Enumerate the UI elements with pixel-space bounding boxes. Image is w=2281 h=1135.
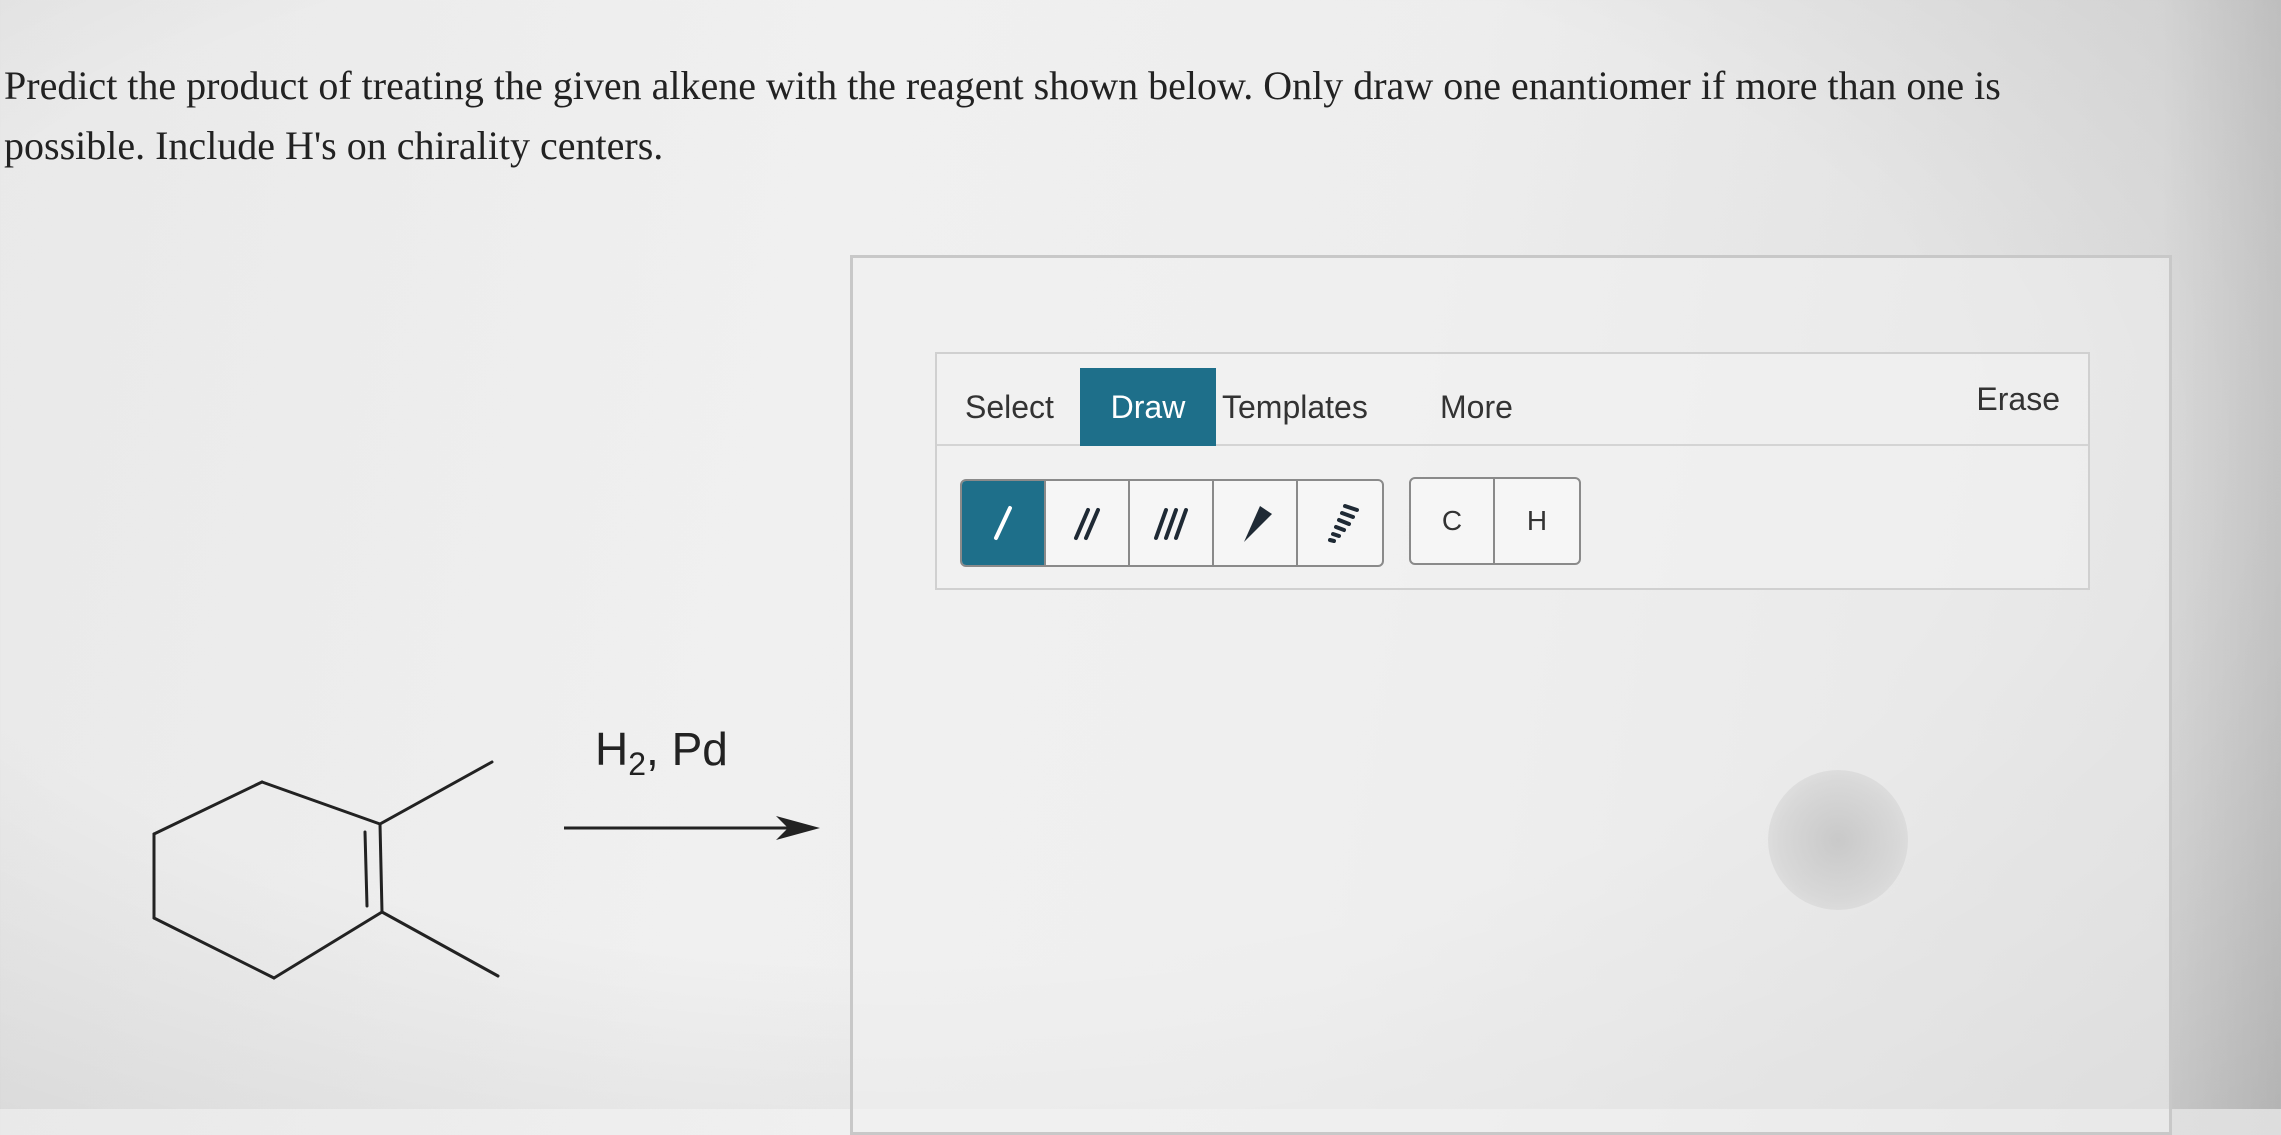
atom-hydrogen-button[interactable]: H (1495, 479, 1579, 563)
erase-button[interactable]: Erase (1948, 360, 2088, 438)
drawing-toolbar: Select Draw Templates More Erase C H (935, 352, 2090, 590)
methyl-bond-bottom (380, 910, 500, 978)
wedge-bond-button[interactable] (1214, 481, 1298, 565)
tab-more[interactable]: More (1412, 368, 1541, 446)
single-bond-button[interactable] (962, 481, 1046, 565)
double-bond-icon (1074, 508, 1100, 540)
ring-bond (152, 916, 276, 980)
tab-draw[interactable]: Draw (1080, 368, 1216, 446)
bond-tools (960, 479, 1384, 567)
toolbar-menu: Select Draw Templates More Erase (937, 354, 2088, 446)
atom-carbon-button[interactable]: C (1411, 479, 1495, 563)
ring-bond (260, 780, 382, 826)
ring-bond (378, 822, 384, 914)
background-shade (2161, 0, 2281, 1109)
question-text: Predict the product of treating the give… (4, 63, 2001, 168)
reaction-scheme (152, 760, 820, 980)
triple-bond-button[interactable] (1130, 481, 1214, 565)
alkene-structure (152, 760, 500, 980)
atom-tools: C H (1409, 477, 1581, 565)
ring-bond (152, 780, 264, 836)
reagent-label: H2, Pd (595, 723, 728, 783)
triple-bond-icon (1154, 508, 1188, 540)
wedge-bond-icon (1244, 506, 1272, 542)
ring-bond (272, 910, 384, 980)
tab-select[interactable]: Select (937, 368, 1082, 446)
tab-templates[interactable]: Templates (1216, 368, 1396, 446)
hash-bond-button[interactable] (1298, 481, 1382, 565)
methyl-bond-top (378, 760, 494, 826)
double-bond-button[interactable] (1046, 481, 1130, 565)
hash-bond-icon (1328, 504, 1359, 543)
single-bond-icon (994, 506, 1012, 540)
double-bond-inner (363, 830, 369, 908)
reaction-arrow (564, 816, 820, 840)
